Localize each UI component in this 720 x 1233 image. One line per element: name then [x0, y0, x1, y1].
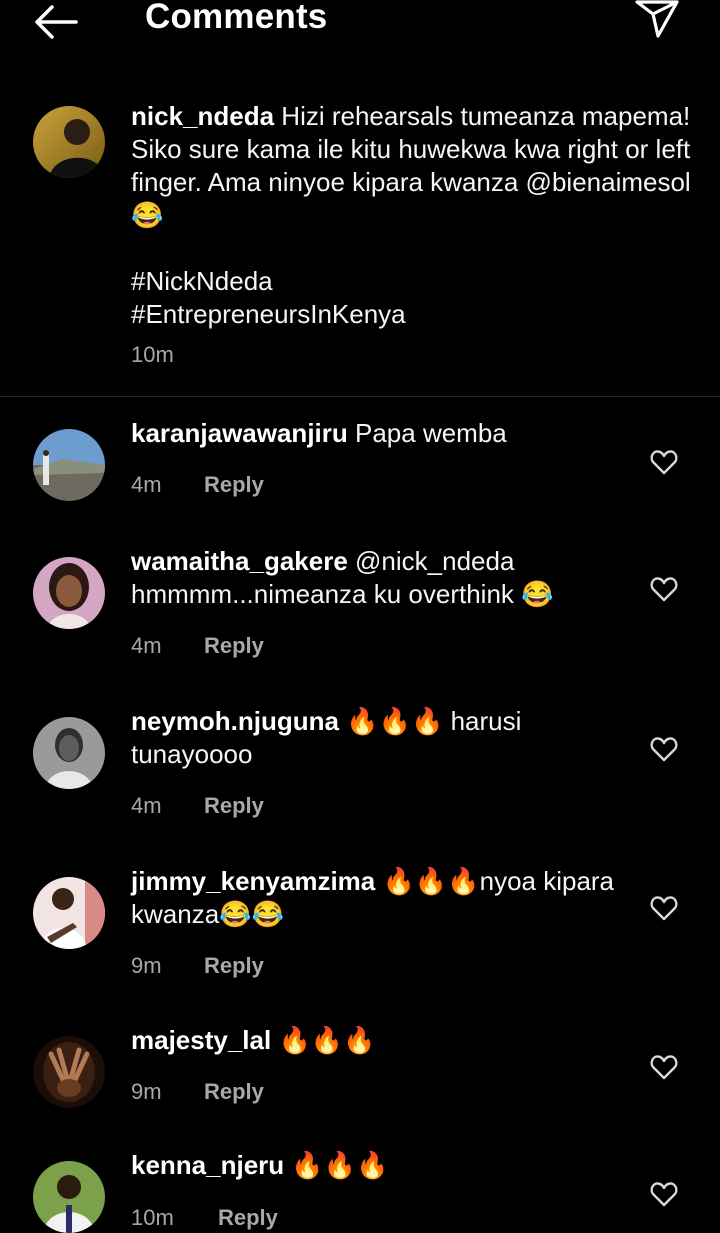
- reply-button[interactable]: Reply: [204, 472, 264, 497]
- comment-timestamp: 4m: [131, 472, 162, 497]
- comment-meta: 4m Reply: [131, 793, 264, 819]
- comment-text-block: majesty_lal 🔥🔥🔥: [131, 1024, 631, 1057]
- avatar[interactable]: [33, 1036, 105, 1108]
- caption-username[interactable]: nick_ndeda: [131, 101, 274, 131]
- comment-meta: 4m Reply: [131, 472, 264, 498]
- comment-timestamp: 10m: [131, 1205, 174, 1230]
- post-caption: nick_ndeda Hizi rehearsals tumeanza mape…: [0, 96, 720, 396]
- reply-button[interactable]: Reply: [204, 633, 264, 658]
- paper-plane-icon: [635, 0, 679, 38]
- comment-timestamp: 4m: [131, 793, 162, 818]
- comment-meta: 10m Reply: [131, 1205, 278, 1231]
- comment-username[interactable]: majesty_lal: [131, 1025, 271, 1055]
- avatar[interactable]: [33, 557, 105, 629]
- reply-button[interactable]: Reply: [204, 793, 264, 818]
- comment-username[interactable]: jimmy_kenyamzima: [131, 866, 375, 896]
- divider: [0, 396, 720, 397]
- comment-text-block: karanjawawanjiru Papa wemba: [131, 417, 631, 450]
- reply-button[interactable]: Reply: [204, 953, 264, 978]
- hashtag-link[interactable]: #NickNdeda: [131, 265, 691, 298]
- avatar[interactable]: [33, 106, 105, 178]
- comment-username[interactable]: wamaitha_gakere: [131, 546, 348, 576]
- reply-button[interactable]: Reply: [204, 1079, 264, 1104]
- comment-timestamp: 4m: [131, 633, 162, 658]
- comment-text: Papa wemba: [355, 418, 507, 448]
- heart-outline-icon[interactable]: [650, 1054, 678, 1080]
- avatar[interactable]: [33, 877, 105, 949]
- comment-text-block: kenna_njeru 🔥🔥🔥: [131, 1149, 631, 1182]
- avatar[interactable]: [33, 1161, 105, 1233]
- heart-outline-icon[interactable]: [650, 895, 678, 921]
- arrow-left-icon: [35, 5, 78, 39]
- share-button[interactable]: [628, 0, 688, 44]
- page-title: Comments: [145, 0, 328, 36]
- comment-text: 🔥🔥🔥: [291, 1150, 389, 1180]
- top-bar: Comments: [0, 0, 720, 44]
- comment-meta: 9m Reply: [131, 1079, 264, 1105]
- heart-outline-icon[interactable]: [650, 576, 678, 602]
- avatar[interactable]: [33, 429, 105, 501]
- back-button[interactable]: [28, 0, 84, 44]
- comment-timestamp: 9m: [131, 1079, 162, 1104]
- reply-button[interactable]: Reply: [218, 1205, 278, 1230]
- caption-text-block: nick_ndeda Hizi rehearsals tumeanza mape…: [131, 100, 691, 331]
- heart-outline-icon[interactable]: [650, 736, 678, 762]
- heart-outline-icon[interactable]: [650, 1181, 678, 1207]
- hashtag-link[interactable]: #EntrepreneursInKenya: [131, 298, 691, 331]
- comment-text-block: jimmy_kenyamzima 🔥🔥🔥nyoa kipara kwanza😂😂: [131, 865, 631, 931]
- caption-timestamp: 10m: [131, 342, 174, 367]
- heart-outline-icon[interactable]: [650, 449, 678, 475]
- comment-username[interactable]: karanjawawanjiru: [131, 418, 348, 448]
- comment-meta: 9m Reply: [131, 953, 264, 979]
- avatar[interactable]: [33, 717, 105, 789]
- comment-timestamp: 9m: [131, 953, 162, 978]
- comment-text: 🔥🔥🔥: [278, 1025, 376, 1055]
- comment-username[interactable]: neymoh.njuguna: [131, 706, 339, 736]
- comment-text-block: wamaitha_gakere @nick_ndeda hmmmm...nime…: [131, 545, 631, 611]
- comment-username[interactable]: kenna_njeru: [131, 1150, 284, 1180]
- comment-meta: 4m Reply: [131, 633, 264, 659]
- comment-text-block: neymoh.njuguna 🔥🔥🔥 harusi tunayoooo: [131, 705, 631, 771]
